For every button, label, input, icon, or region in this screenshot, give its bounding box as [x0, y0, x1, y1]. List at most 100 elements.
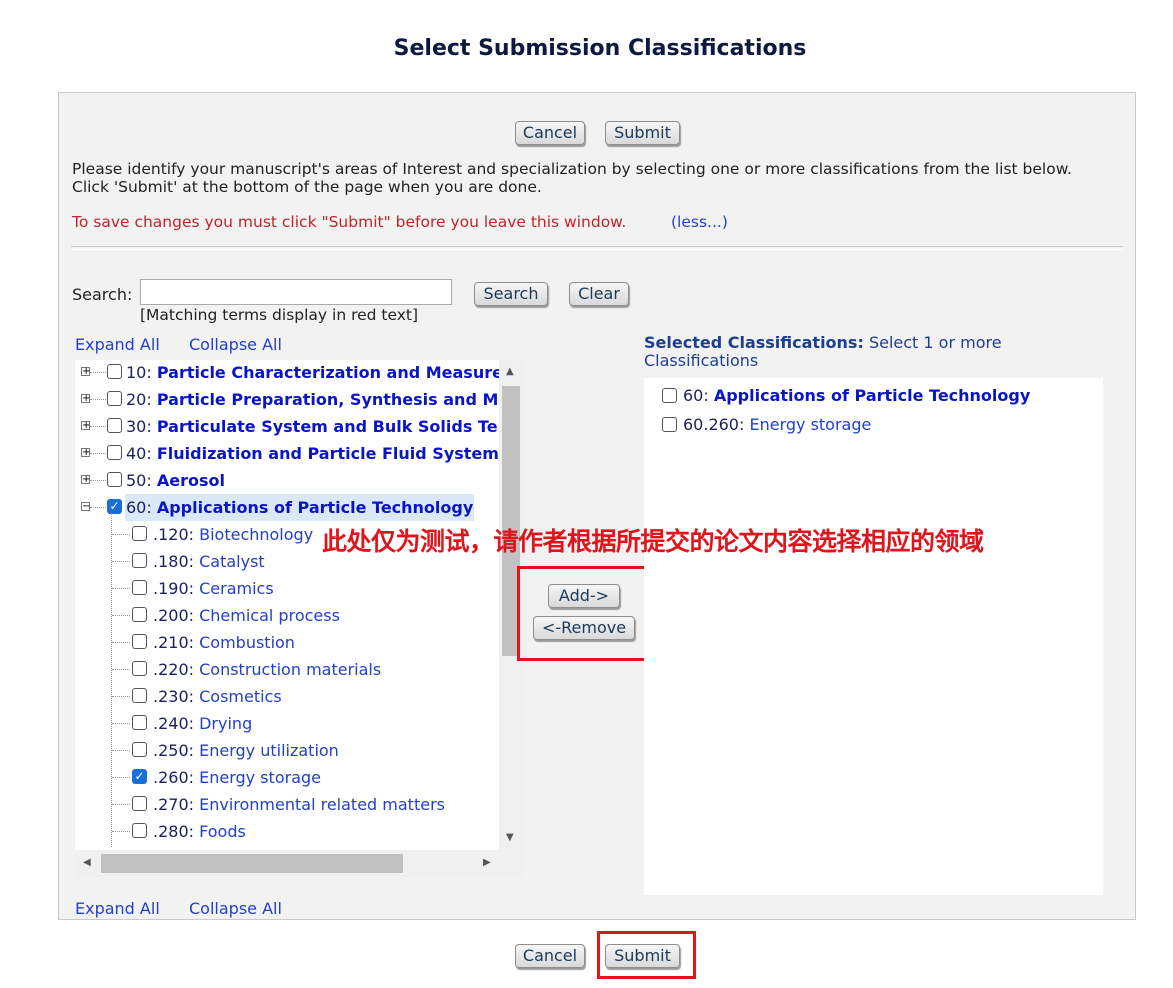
- tree-row[interactable]: .220: Construction materials: [75, 656, 499, 683]
- tree-item-checkbox[interactable]: ✓: [132, 769, 147, 784]
- tree-row[interactable]: +50: Aerosol: [75, 467, 499, 494]
- tree-item-checkbox[interactable]: [132, 796, 147, 811]
- classification-tree[interactable]: +10: Particle Characterization and Measu…: [75, 360, 524, 877]
- collapse-all-link-top[interactable]: Collapse All: [189, 335, 282, 354]
- tree-item-label[interactable]: Combustion: [199, 633, 295, 652]
- tree-item-label[interactable]: Drying: [199, 714, 252, 733]
- tree-item-code: 50:: [126, 471, 152, 490]
- tree-item-checkbox[interactable]: [132, 580, 147, 595]
- bottom-cancel-button[interactable]: Cancel: [515, 944, 585, 968]
- tree-item-text: .200: Chemical process: [153, 602, 340, 629]
- tree-item-label[interactable]: Particulate System and Bulk Solids Te: [157, 417, 498, 436]
- tree-item-checkbox[interactable]: [107, 364, 122, 379]
- expand-icon[interactable]: +: [81, 394, 90, 404]
- tree-row[interactable]: .280: Foods: [75, 818, 499, 845]
- tree-item-checkbox[interactable]: [132, 742, 147, 757]
- tree-item-text: .120: Biotechnology: [153, 521, 313, 548]
- tree-item-checkbox[interactable]: [107, 391, 122, 406]
- tree-row[interactable]: − ✓ 60: Applications of Particle Technolog…: [75, 494, 499, 521]
- tree-row[interactable]: +10: Particle Characterization and Measu…: [75, 360, 503, 386]
- tree-item-checkbox[interactable]: [132, 526, 147, 541]
- expand-icon[interactable]: +: [81, 475, 90, 485]
- tree-item-checkbox[interactable]: [132, 661, 147, 676]
- tree-item-label[interactable]: Energy storage: [199, 768, 321, 787]
- clear-button[interactable]: Clear: [569, 282, 629, 306]
- scroll-right-icon[interactable]: ▶: [483, 857, 491, 868]
- scroll-left-icon[interactable]: ◀: [83, 857, 91, 868]
- tree-item-code: .280:: [153, 822, 195, 841]
- tree-item-label[interactable]: Foods: [199, 822, 246, 841]
- tree-item-text: .220: Construction materials: [153, 656, 381, 683]
- tree-connector: [90, 372, 106, 373]
- annotation-note: 此处仅为测试，请作者根据所提交的论文内容选择相应的领域: [322, 527, 984, 556]
- tree-connector: [112, 723, 130, 724]
- tree-item-code: .250:: [153, 741, 195, 760]
- tree-item-checkbox[interactable]: [107, 472, 122, 487]
- tree-item-code: .210:: [153, 633, 195, 652]
- tree-item-text: 30: Particulate System and Bulk Solids T…: [125, 413, 499, 440]
- tree-item-text: .190: Ceramics: [153, 575, 274, 602]
- tree-item-label[interactable]: Applications of Particle Technology: [157, 498, 473, 517]
- tree-row[interactable]: .200: Chemical process: [75, 602, 499, 629]
- tree-item-label[interactable]: Cosmetics: [199, 687, 282, 706]
- tree-row[interactable]: .210: Combustion: [75, 629, 499, 656]
- collapse-all-link-bottom[interactable]: Collapse All: [189, 899, 282, 918]
- selected-item-checkbox[interactable]: [662, 388, 677, 403]
- tree-row[interactable]: .250: Energy utilization: [75, 737, 499, 764]
- tree-row[interactable]: .230: Cosmetics: [75, 683, 499, 710]
- top-cancel-button[interactable]: Cancel: [515, 121, 585, 145]
- tree-item-label[interactable]: Fluidization and Particle Fluid System: [157, 444, 499, 463]
- tree-horizontal-scroll-thumb[interactable]: [101, 854, 403, 873]
- tree-row[interactable]: +30: Particulate System and Bulk Solids …: [75, 413, 499, 440]
- tree-item-checkbox[interactable]: [132, 688, 147, 703]
- tree-item-code: .240:: [153, 714, 195, 733]
- tree-item-text: 20: Particle Preparation, Synthesis and …: [125, 386, 499, 413]
- tree-item-label[interactable]: Aerosol: [157, 471, 225, 490]
- tree-item-checkbox[interactable]: ✓: [107, 499, 122, 514]
- tree-item-label[interactable]: Particle Characterization and Measure: [157, 363, 503, 382]
- tree-row[interactable]: .240: Drying: [75, 710, 499, 737]
- tree-item-checkbox[interactable]: [132, 553, 147, 568]
- tree-item-label[interactable]: Energy utilization: [199, 741, 339, 760]
- tree-row[interactable]: +20: Particle Preparation, Synthesis and…: [75, 386, 499, 413]
- scroll-up-icon[interactable]: ▲: [506, 366, 514, 377]
- tree-item-label[interactable]: Ceramics: [199, 579, 274, 598]
- tree-item-label[interactable]: Environmental related matters: [199, 795, 445, 814]
- tree-item-checkbox[interactable]: [132, 607, 147, 622]
- expand-all-link-bottom[interactable]: Expand All: [75, 899, 160, 918]
- tree-item-checkbox[interactable]: [132, 634, 147, 649]
- tree-connector: [90, 426, 106, 427]
- tree-item-code: .200:: [153, 606, 195, 625]
- tree-item-checkbox[interactable]: [107, 418, 122, 433]
- less-link[interactable]: (less...): [671, 213, 728, 231]
- tree-row[interactable]: ✓ .260: Energy storage: [75, 764, 499, 791]
- tree-connector: [112, 831, 130, 832]
- search-input[interactable]: [140, 279, 452, 305]
- tree-item-label[interactable]: Particle Preparation, Synthesis and M: [157, 390, 499, 409]
- selected-item-checkbox[interactable]: [662, 417, 677, 432]
- tree-row[interactable]: .270: Environmental related matters: [75, 791, 499, 818]
- search-button[interactable]: Search: [474, 282, 548, 306]
- tree-item-checkbox[interactable]: [132, 715, 147, 730]
- expand-icon[interactable]: +: [81, 421, 90, 431]
- tree-item-checkbox[interactable]: [107, 445, 122, 460]
- expand-icon[interactable]: +: [81, 448, 90, 458]
- tree-row[interactable]: .190: Ceramics: [75, 575, 499, 602]
- expand-all-link-top[interactable]: Expand All: [75, 335, 160, 354]
- tree-item-checkbox[interactable]: [132, 823, 147, 838]
- tree-item-label[interactable]: Construction materials: [199, 660, 381, 679]
- tree-item-code: .260:: [153, 768, 195, 787]
- tree-item-label[interactable]: Biotechnology: [199, 525, 313, 544]
- tree-item-text: 10: Particle Characterization and Measur…: [125, 360, 504, 386]
- transfer-highlight-frame: [517, 566, 647, 661]
- collapse-icon[interactable]: −: [81, 502, 90, 512]
- expand-icon[interactable]: +: [81, 367, 90, 377]
- scroll-down-icon[interactable]: ▼: [506, 832, 514, 843]
- tree-item-text: .180: Catalyst: [153, 548, 265, 575]
- tree-item-text: .230: Cosmetics: [153, 683, 282, 710]
- tree-item-label[interactable]: Catalyst: [199, 552, 265, 571]
- tree-row[interactable]: +40: Fluidization and Particle Fluid Sys…: [75, 440, 499, 467]
- top-submit-button[interactable]: Submit: [605, 121, 680, 145]
- submit-highlight-frame: [597, 931, 696, 979]
- tree-item-label[interactable]: Chemical process: [199, 606, 340, 625]
